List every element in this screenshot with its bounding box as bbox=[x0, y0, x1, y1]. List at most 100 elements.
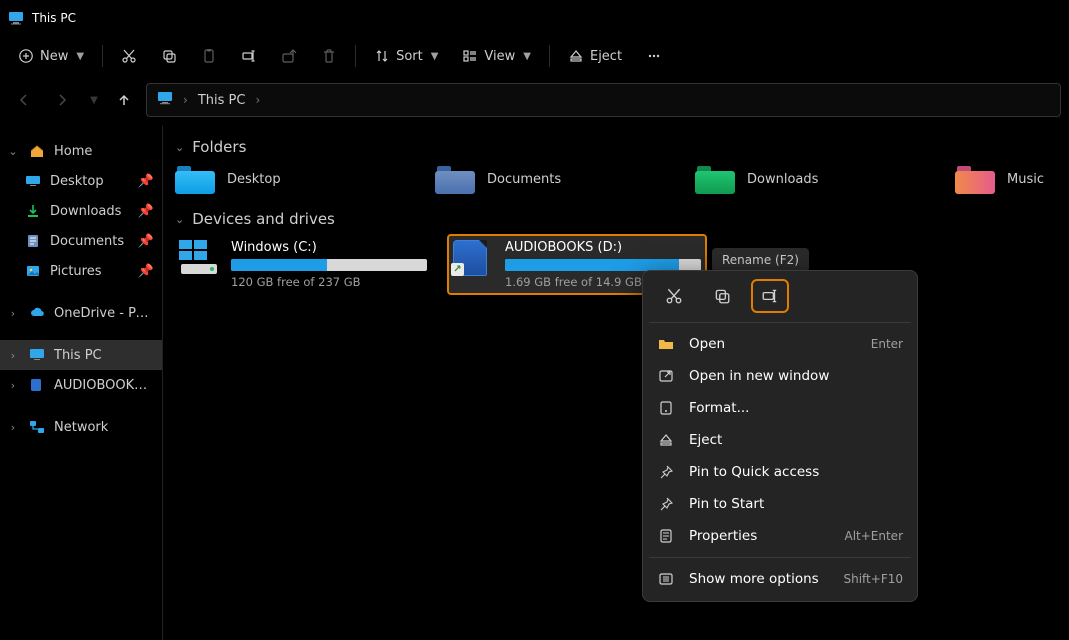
copy-button[interactable] bbox=[151, 40, 187, 72]
forward-button[interactable] bbox=[46, 84, 78, 116]
sidebar-item-pictures[interactable]: Pictures 📌 bbox=[0, 256, 162, 286]
sd-card-icon: ↗ bbox=[453, 240, 493, 274]
share-icon bbox=[281, 48, 297, 64]
ellipsis-icon bbox=[646, 48, 662, 64]
up-button[interactable] bbox=[108, 84, 140, 116]
this-pc-icon bbox=[28, 346, 46, 364]
breadcrumb-root[interactable]: This PC bbox=[198, 93, 246, 108]
ctx-eject[interactable]: Eject bbox=[643, 424, 917, 456]
chevron-down-icon: ⌄ bbox=[175, 141, 184, 154]
folder-downloads[interactable]: Downloads bbox=[695, 164, 935, 194]
ctx-label: Properties bbox=[689, 528, 830, 544]
rename-button[interactable] bbox=[231, 40, 267, 72]
pin-icon: 📌 bbox=[138, 174, 154, 189]
cloud-icon bbox=[28, 304, 46, 322]
folders-row: Desktop Documents Downloads Music bbox=[175, 164, 1057, 194]
shortcut-overlay-icon: ↗ bbox=[451, 263, 464, 276]
chevron-down-icon: ⌄ bbox=[6, 145, 20, 158]
folder-icon bbox=[695, 164, 735, 194]
breadcrumb-sep: › bbox=[183, 93, 188, 107]
new-button[interactable]: New ▼ bbox=[8, 40, 94, 72]
sidebar-item-home[interactable]: ⌄ Home bbox=[0, 136, 162, 166]
folder-icon bbox=[435, 164, 475, 194]
pictures-icon bbox=[24, 262, 42, 280]
tooltip-rename: Rename (F2) bbox=[712, 248, 809, 272]
pin-icon bbox=[657, 463, 675, 481]
view-button[interactable]: View ▼ bbox=[452, 40, 541, 72]
ctx-cut-button[interactable] bbox=[657, 281, 691, 311]
drives-row: Windows (C:) 120 GB free of 237 GB ↗ AUD… bbox=[175, 236, 1057, 293]
sidebar-item-this-pc[interactable]: › This PC bbox=[0, 340, 162, 370]
sidebar-item-documents[interactable]: Documents 📌 bbox=[0, 226, 162, 256]
separator bbox=[649, 322, 911, 323]
clipboard-icon bbox=[201, 48, 217, 64]
ctx-label: Open in new window bbox=[689, 368, 903, 384]
ctx-format[interactable]: Format... bbox=[643, 392, 917, 424]
ctx-copy-button[interactable] bbox=[705, 281, 739, 311]
arrow-up-icon bbox=[116, 92, 132, 108]
sidebar-item-label: Documents bbox=[50, 234, 130, 249]
folder-documents[interactable]: Documents bbox=[435, 164, 675, 194]
folder-open-icon bbox=[657, 335, 675, 353]
sidebar-item-audiobooks[interactable]: › AUDIOBOOKS (D:) bbox=[0, 370, 162, 400]
drive-c[interactable]: Windows (C:) 120 GB free of 237 GB bbox=[175, 236, 431, 293]
view-icon bbox=[462, 48, 478, 64]
ctx-properties[interactable]: Properties Alt+Enter bbox=[643, 520, 917, 552]
context-menu: Open Enter Open in new window Format... … bbox=[642, 270, 918, 602]
folder-label: Desktop bbox=[227, 172, 281, 187]
eject-label: Eject bbox=[590, 49, 622, 64]
paste-button bbox=[191, 40, 227, 72]
back-button[interactable] bbox=[8, 84, 40, 116]
ctx-hint: Shift+F10 bbox=[843, 572, 903, 586]
titlebar: This PC bbox=[0, 0, 1069, 32]
chevron-down-icon: ▼ bbox=[90, 95, 98, 106]
drive-usage-bar bbox=[231, 259, 427, 271]
ctx-open[interactable]: Open Enter bbox=[643, 328, 917, 360]
sidebar-item-onedrive[interactable]: › OneDrive - Personal bbox=[0, 298, 162, 328]
ctx-pin-quick[interactable]: Pin to Quick access bbox=[643, 456, 917, 488]
sidebar-item-downloads[interactable]: Downloads 📌 bbox=[0, 196, 162, 226]
sidebar: ⌄ Home Desktop 📌 Downloads 📌 Documents 📌… bbox=[0, 126, 163, 640]
sort-button[interactable]: Sort ▼ bbox=[364, 40, 448, 72]
folder-desktop[interactable]: Desktop bbox=[175, 164, 415, 194]
recent-button[interactable]: ▼ bbox=[84, 84, 102, 116]
this-pc-icon bbox=[157, 90, 173, 110]
ctx-show-more[interactable]: Show more options Shift+F10 bbox=[643, 563, 917, 595]
ctx-pin-start[interactable]: Pin to Start bbox=[643, 488, 917, 520]
main: ⌄ Home Desktop 📌 Downloads 📌 Documents 📌… bbox=[0, 126, 1069, 640]
sort-icon bbox=[374, 48, 390, 64]
context-icon-row bbox=[643, 277, 917, 317]
section-folders[interactable]: ⌄ Folders bbox=[175, 138, 1057, 156]
more-button[interactable] bbox=[636, 40, 672, 72]
new-window-icon bbox=[657, 367, 675, 385]
sort-label: Sort bbox=[396, 49, 423, 64]
new-label: New bbox=[40, 49, 68, 64]
pin-icon: 📌 bbox=[138, 234, 154, 249]
sidebar-item-network[interactable]: › Network bbox=[0, 412, 162, 442]
chevron-right-icon: › bbox=[6, 307, 20, 320]
format-icon bbox=[657, 399, 675, 417]
sidebar-item-label: OneDrive - Personal bbox=[54, 306, 154, 321]
cut-button[interactable] bbox=[111, 40, 147, 72]
ctx-label: Show more options bbox=[689, 571, 829, 587]
address-bar[interactable]: › This PC › bbox=[146, 83, 1061, 117]
section-drives[interactable]: ⌄ Devices and drives bbox=[175, 210, 1057, 228]
chevron-right-icon: › bbox=[6, 421, 20, 434]
folder-label: Downloads bbox=[747, 172, 818, 187]
more-icon bbox=[657, 570, 675, 588]
ctx-label: Pin to Quick access bbox=[689, 464, 903, 480]
drive-free-text: 120 GB free of 237 GB bbox=[231, 275, 427, 289]
ctx-open-new[interactable]: Open in new window bbox=[643, 360, 917, 392]
sidebar-item-desktop[interactable]: Desktop 📌 bbox=[0, 166, 162, 196]
folder-icon bbox=[955, 164, 995, 194]
pin-icon: 📌 bbox=[138, 264, 154, 279]
sidebar-item-label: Home bbox=[54, 144, 154, 159]
view-label: View bbox=[484, 49, 515, 64]
folder-label: Documents bbox=[487, 172, 561, 187]
eject-button[interactable]: Eject bbox=[558, 40, 632, 72]
desktop-icon bbox=[24, 172, 42, 190]
trash-icon bbox=[321, 48, 337, 64]
rename-icon bbox=[241, 48, 257, 64]
folder-music[interactable]: Music bbox=[955, 164, 1044, 194]
ctx-rename-button[interactable] bbox=[753, 281, 787, 311]
